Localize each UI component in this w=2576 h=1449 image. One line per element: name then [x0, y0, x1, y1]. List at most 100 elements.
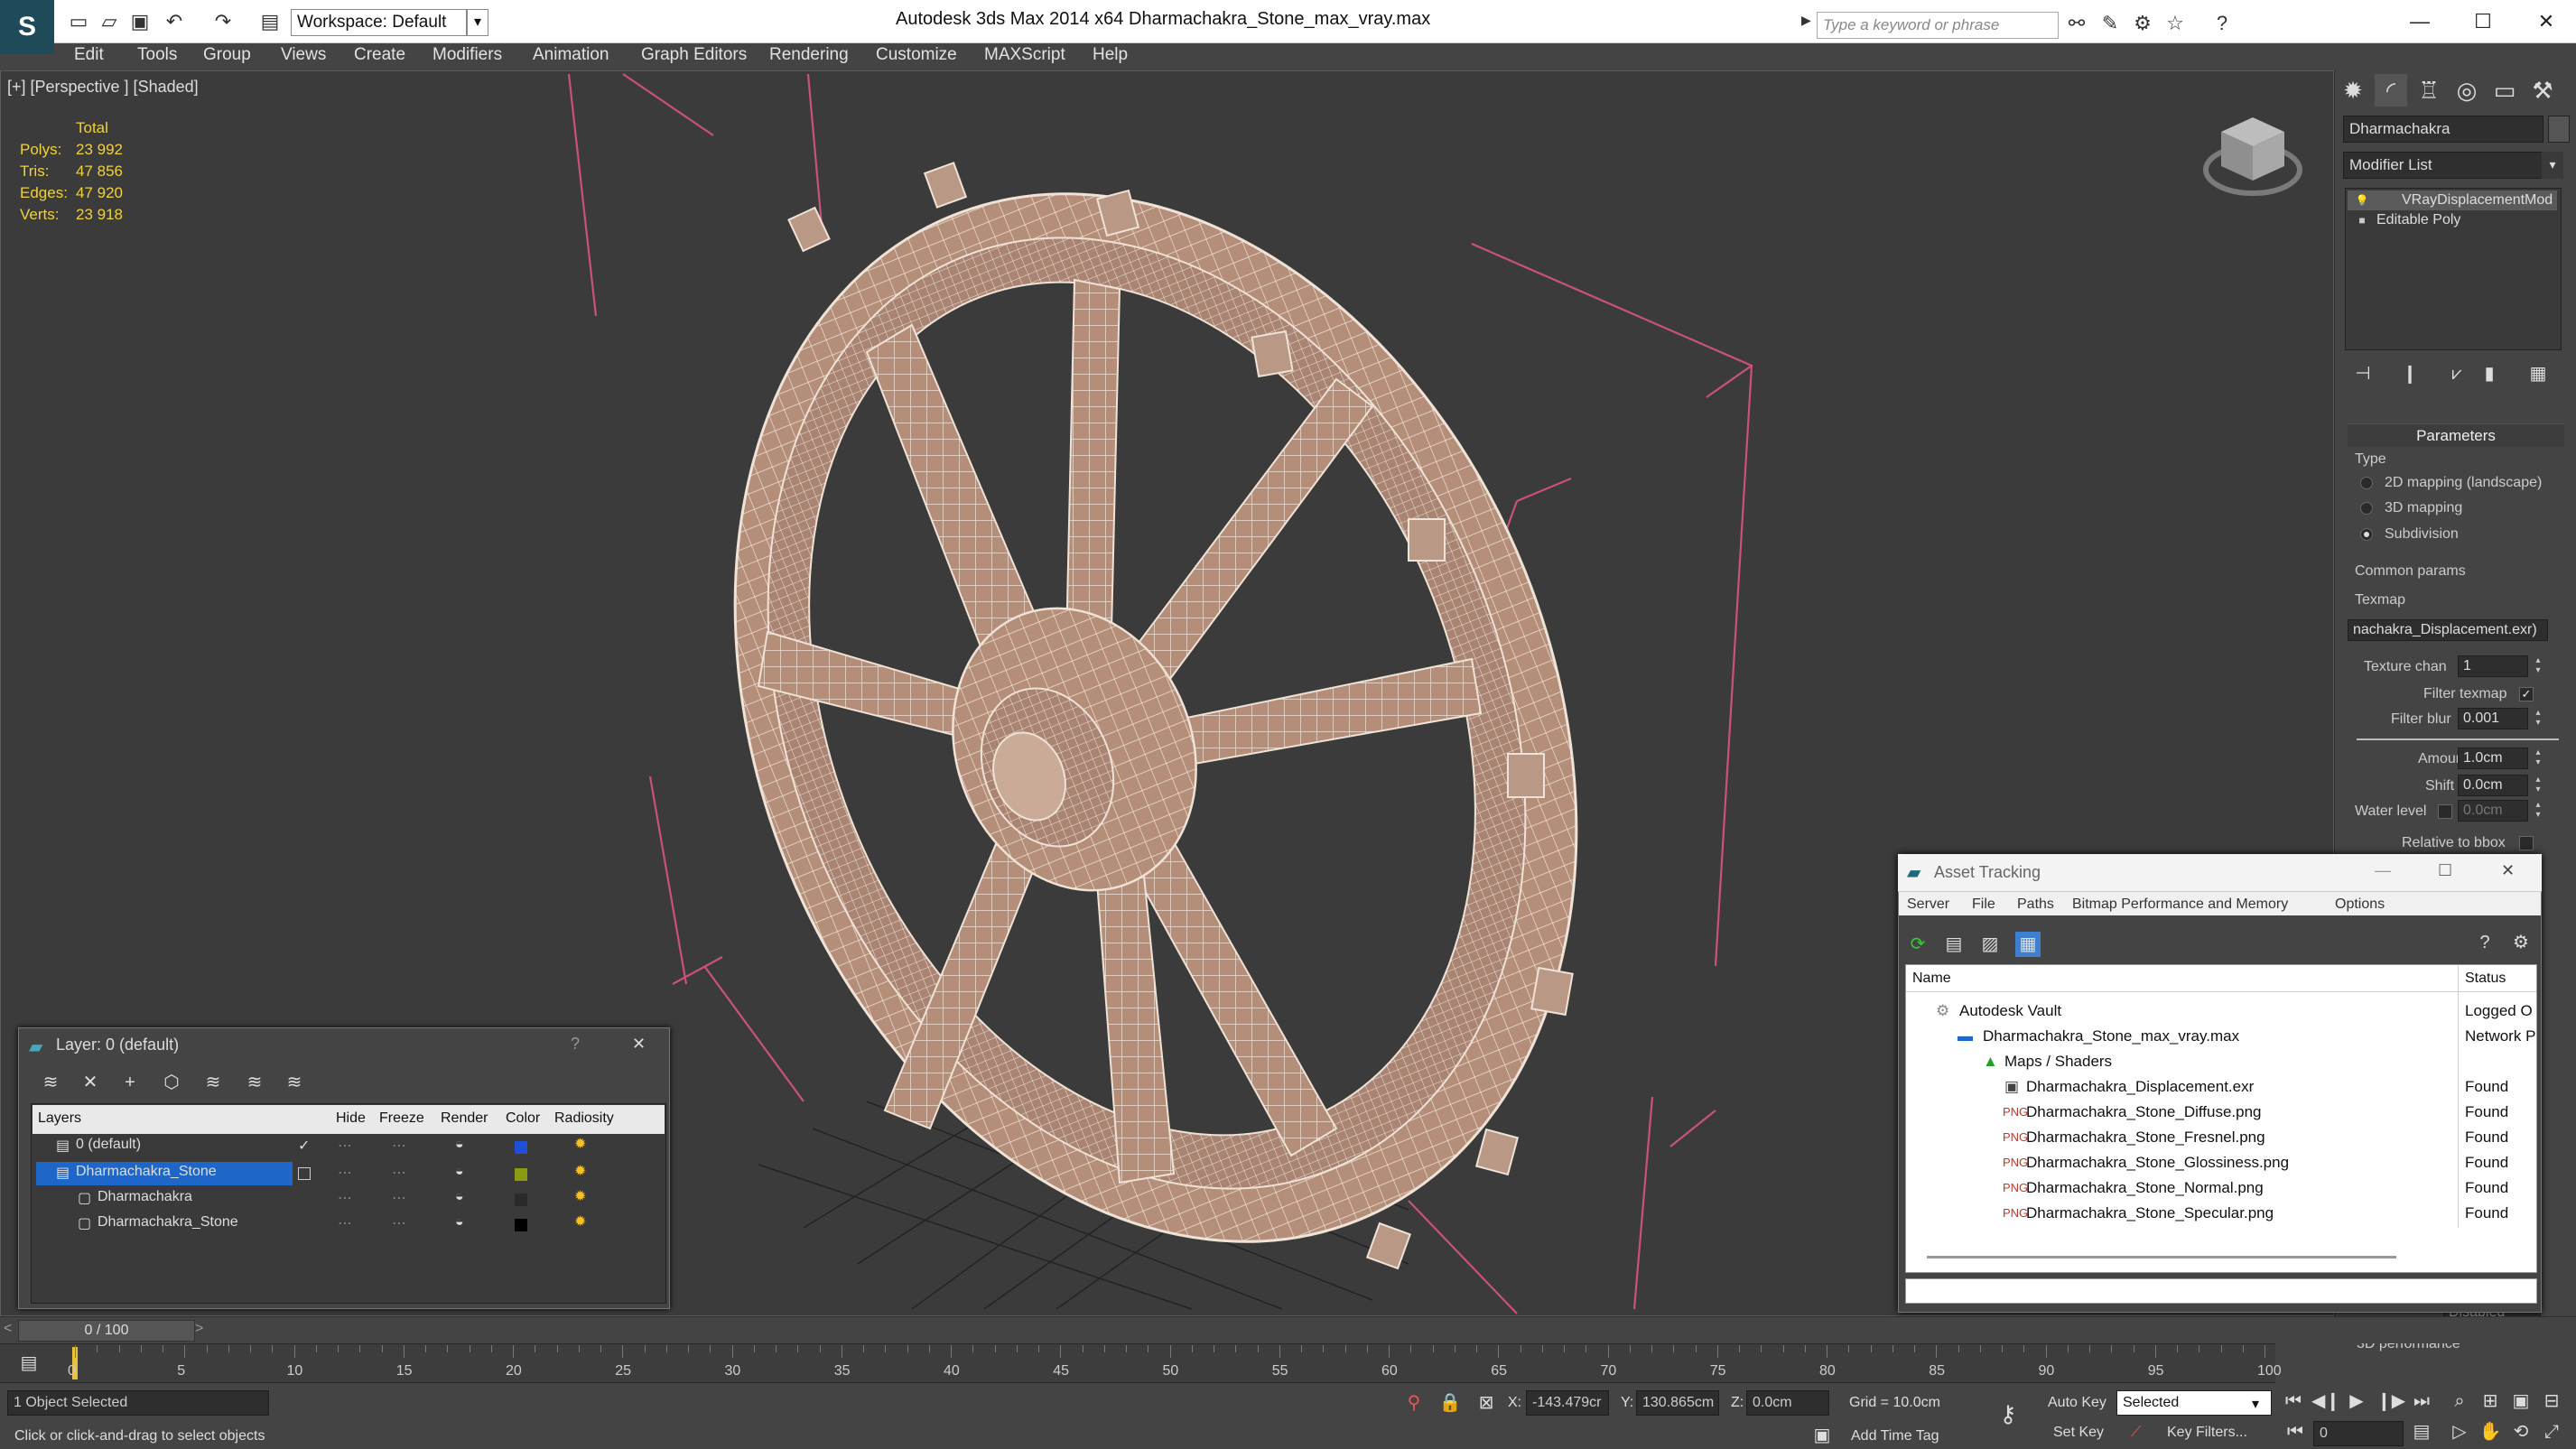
column-header[interactable]: Render: [441, 1110, 488, 1127]
workspace-dropdown[interactable]: Workspace: Default: [291, 9, 467, 36]
layer-object-name[interactable]: Dharmachakra: [98, 1189, 192, 1205]
redo-icon[interactable]: ↷: [209, 9, 237, 34]
current-layer-box[interactable]: [298, 1167, 311, 1180]
absolute-mode-icon[interactable]: ⊠: [1474, 1390, 1499, 1416]
menu-help[interactable]: Help: [1093, 45, 1128, 65]
radio-2d-landscape[interactable]: [2360, 477, 2373, 489]
amount-input[interactable]: 1.0cm: [2458, 748, 2528, 769]
help-icon[interactable]: ?: [2472, 930, 2497, 955]
next-frame-icon[interactable]: ❙▶: [2376, 1389, 2405, 1414]
water-level-checkbox[interactable]: [2438, 804, 2452, 819]
minimize-button[interactable]: —: [2393, 4, 2447, 40]
pan-view-icon[interactable]: ✋: [2478, 1419, 2503, 1444]
play-icon[interactable]: ▶: [2344, 1389, 2369, 1414]
favorites-star-icon[interactable]: ☆: [2162, 11, 2189, 36]
render-teapot-icon[interactable]: ◒: [455, 1214, 464, 1231]
maximize-viewport-icon[interactable]: ⤢: [2539, 1419, 2564, 1444]
asset-menu-file[interactable]: File: [1972, 896, 1995, 913]
dialog-help-button[interactable]: ?: [571, 1035, 580, 1054]
current-layer-check-icon[interactable]: ✓: [298, 1137, 310, 1155]
hide-toggle-icon[interactable]: ⋯: [338, 1189, 352, 1207]
object-color-swatch[interactable]: [515, 1219, 527, 1231]
thumbnail-view-icon[interactable]: ▨: [1977, 932, 2003, 957]
display-tab-icon[interactable]: ▭: [2488, 74, 2521, 107]
hide-toggle-icon[interactable]: ⋯: [338, 1214, 352, 1232]
asset-path-field[interactable]: [1905, 1278, 2537, 1304]
utilities-tab-icon[interactable]: ⚒: [2526, 74, 2559, 107]
search-input[interactable]: Type a keyword or phrase: [1817, 12, 2059, 39]
render-teapot-icon[interactable]: ◒: [455, 1164, 464, 1180]
texmap-button[interactable]: nachakra_Displacement.exr): [2348, 619, 2548, 641]
close-button[interactable]: ✕: [2519, 4, 2573, 40]
key-mode-toggle-icon[interactable]: ⏮: [2283, 1419, 2308, 1444]
set-key-button[interactable]: Set Key: [2053, 1425, 2104, 1441]
dialog-close-button[interactable]: ✕: [632, 1035, 646, 1054]
menu-rendering[interactable]: Rendering: [769, 45, 849, 65]
parameters-rollout[interactable]: Parameters: [2348, 423, 2564, 447]
show-end-result-icon[interactable]: ❙: [2396, 361, 2423, 386]
freeze-toggle-icon[interactable]: ⋯: [392, 1137, 406, 1155]
menu-edit[interactable]: Edit: [74, 45, 104, 65]
freeze-all-icon[interactable]: ≋: [282, 1070, 307, 1095]
hide-all-icon[interactable]: ≋: [242, 1070, 267, 1095]
field-of-view-icon[interactable]: ▷: [2447, 1419, 2472, 1444]
select-in-layer-icon[interactable]: ⬡: [159, 1070, 184, 1095]
add-time-tag-button[interactable]: Add Time Tag: [1851, 1428, 1939, 1444]
horizontal-scrollbar[interactable]: [1927, 1256, 2396, 1259]
time-next-button[interactable]: >: [195, 1321, 203, 1337]
zoom-all-icon[interactable]: ⊞: [2478, 1389, 2503, 1414]
relative-bbox-checkbox[interactable]: [2519, 836, 2534, 850]
asset-minimize-button[interactable]: —: [2375, 861, 2391, 880]
app-logo-icon[interactable]: S: [0, 0, 54, 54]
table-view-icon[interactable]: ▦: [2015, 932, 2041, 957]
make-unique-icon[interactable]: ⩗: [2443, 361, 2470, 386]
key-icon[interactable]: ⚷: [1995, 1401, 2021, 1426]
menu-animation[interactable]: Animation: [533, 45, 609, 65]
freeze-toggle-icon[interactable]: ⋯: [392, 1189, 406, 1207]
layer-object-name[interactable]: Dharmachakra_Stone: [98, 1214, 238, 1231]
column-header[interactable]: Status: [2465, 971, 2506, 987]
list-view-icon[interactable]: ▤: [1941, 932, 1967, 957]
radio-subdivision[interactable]: [2360, 528, 2373, 541]
new-file-icon[interactable]: ▭: [65, 9, 92, 34]
x-coord-input[interactable]: -143.479cr: [1526, 1390, 1609, 1416]
stack-item-editable-poly[interactable]: Editable Poly: [2348, 210, 2557, 230]
open-file-icon[interactable]: ▱: [96, 9, 123, 34]
selection-lock-icon[interactable]: 🔒: [1437, 1390, 1463, 1416]
radiosity-icon[interactable]: ✹: [574, 1162, 586, 1180]
go-to-start-icon[interactable]: ⏮: [2281, 1389, 2306, 1414]
layer-color-swatch[interactable]: [515, 1168, 527, 1181]
spinner-icon[interactable]: ▴ ▾: [2532, 655, 2544, 677]
z-coord-input[interactable]: 0.0cm: [1746, 1390, 1829, 1416]
column-header[interactable]: Freeze: [379, 1110, 424, 1127]
binoculars-icon[interactable]: ⚯: [2063, 11, 2090, 36]
help-icon[interactable]: ?: [2209, 11, 2236, 36]
zoom-extents-all-icon[interactable]: ⊟: [2539, 1389, 2564, 1414]
y-coord-input[interactable]: 130.865cm: [1636, 1390, 1719, 1416]
communication-icon[interactable]: ⚙: [2129, 11, 2156, 36]
menu-group[interactable]: Group: [203, 45, 251, 65]
auto-key-button[interactable]: Auto Key: [2048, 1395, 2106, 1411]
layer-name[interactable]: Dharmachakra_Stone: [76, 1164, 217, 1180]
object-name-field[interactable]: Dharmachakra: [2343, 116, 2543, 143]
column-header[interactable]: Hide: [336, 1110, 366, 1127]
render-teapot-icon[interactable]: ◒: [455, 1189, 464, 1205]
menu-modifiers[interactable]: Modifiers: [432, 45, 502, 65]
motion-tab-icon[interactable]: ◎: [2450, 74, 2483, 107]
configure-sets-icon[interactable]: ▦: [2525, 361, 2552, 386]
spinner-icon[interactable]: ▴ ▾: [2532, 748, 2544, 769]
current-frame-input[interactable]: 0: [2313, 1421, 2404, 1446]
stack-item-vraydisplacement[interactable]: VRayDisplacementMod: [2348, 190, 2557, 210]
hide-toggle-icon[interactable]: ⋯: [338, 1137, 352, 1155]
filter-blur-input[interactable]: 0.001: [2458, 708, 2528, 729]
remove-modifier-icon[interactable]: ▮: [2476, 361, 2503, 386]
set-key-icon[interactable]: ⟋: [2131, 1425, 2141, 1441]
maximize-button[interactable]: ☐: [2456, 4, 2510, 40]
radiosity-icon[interactable]: ✹: [574, 1135, 586, 1153]
spinner-icon[interactable]: ▴ ▾: [2532, 800, 2544, 822]
menu-graph-editors[interactable]: Graph Editors: [641, 45, 747, 65]
spinner-icon[interactable]: ▴ ▾: [2532, 775, 2544, 796]
column-header[interactable]: Name: [1912, 971, 1951, 987]
lightbulb-icon[interactable]: 💡: [2355, 193, 2369, 208]
project-folder-icon[interactable]: ▤: [256, 9, 284, 34]
